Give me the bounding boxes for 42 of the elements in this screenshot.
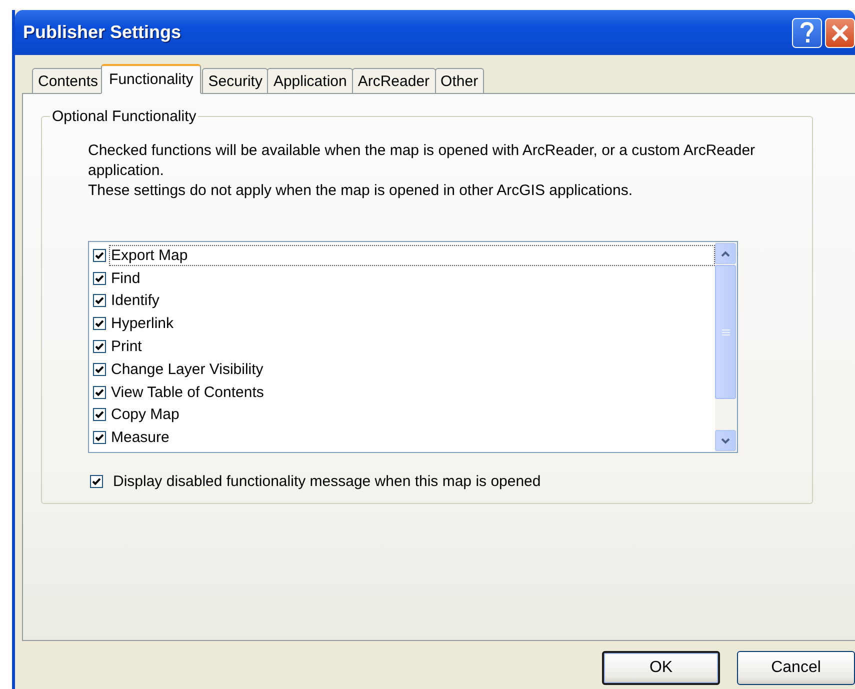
function-label[interactable]: Hyperlink — [109, 313, 176, 334]
checkbox-label[interactable]: Display disabled functionality message when this map is opened — [113, 473, 541, 490]
checkbox[interactable] — [93, 272, 106, 285]
dialog-button[interactable]: Cancel — [737, 651, 855, 685]
tab[interactable]: ArcReader — [352, 68, 436, 93]
function-label[interactable]: View Table of Contents — [109, 382, 266, 403]
function-label[interactable]: Find — [109, 268, 142, 289]
dialog-button[interactable]: OK — [602, 651, 720, 685]
close-button[interactable] — [825, 18, 855, 48]
description-text: Checked functions will be available when the map is opened with ArcReader, or a custom ArcReader application. — [88, 141, 756, 181]
description-text: These settings do not apply when the map is opened in other ArcGIS applications. — [88, 181, 634, 201]
tab[interactable]: Functionality — [101, 64, 202, 94]
close-icon — [831, 24, 849, 42]
tab[interactable]: Application — [267, 68, 353, 93]
checkbox[interactable] — [93, 248, 106, 262]
checkbox[interactable] — [90, 475, 103, 488]
function-label[interactable]: Copy Map — [109, 404, 182, 426]
scroll-thumb[interactable] — [715, 265, 736, 399]
group-title: Optional Functionality — [50, 108, 198, 125]
chevron-down-icon — [721, 438, 730, 444]
function-label[interactable]: Change Layer Visibility — [109, 358, 266, 380]
question-mark-icon — [800, 22, 814, 44]
function-label[interactable]: Export Map — [109, 244, 715, 266]
checkbox[interactable] — [93, 340, 106, 354]
tab[interactable]: Security — [202, 68, 268, 93]
checkbox[interactable] — [93, 431, 106, 444]
function-label[interactable]: Identify — [109, 290, 162, 312]
checkbox[interactable] — [93, 362, 106, 376]
scroll-up-button[interactable] — [715, 243, 736, 264]
function-label[interactable]: Measure — [109, 427, 172, 448]
checkbox[interactable] — [93, 408, 106, 422]
checkbox[interactable] — [93, 386, 106, 399]
function-label[interactable]: Print — [109, 336, 144, 358]
scroll-down-button[interactable] — [715, 430, 736, 451]
scrollbar[interactable] — [715, 242, 737, 452]
checkbox[interactable] — [93, 294, 106, 308]
checkbox[interactable] — [93, 317, 106, 330]
tab[interactable]: Other — [434, 68, 484, 93]
help-button[interactable] — [792, 18, 822, 48]
grip-icon — [722, 328, 730, 336]
window-title: Publisher Settings — [23, 22, 182, 43]
chevron-up-icon — [721, 250, 730, 256]
